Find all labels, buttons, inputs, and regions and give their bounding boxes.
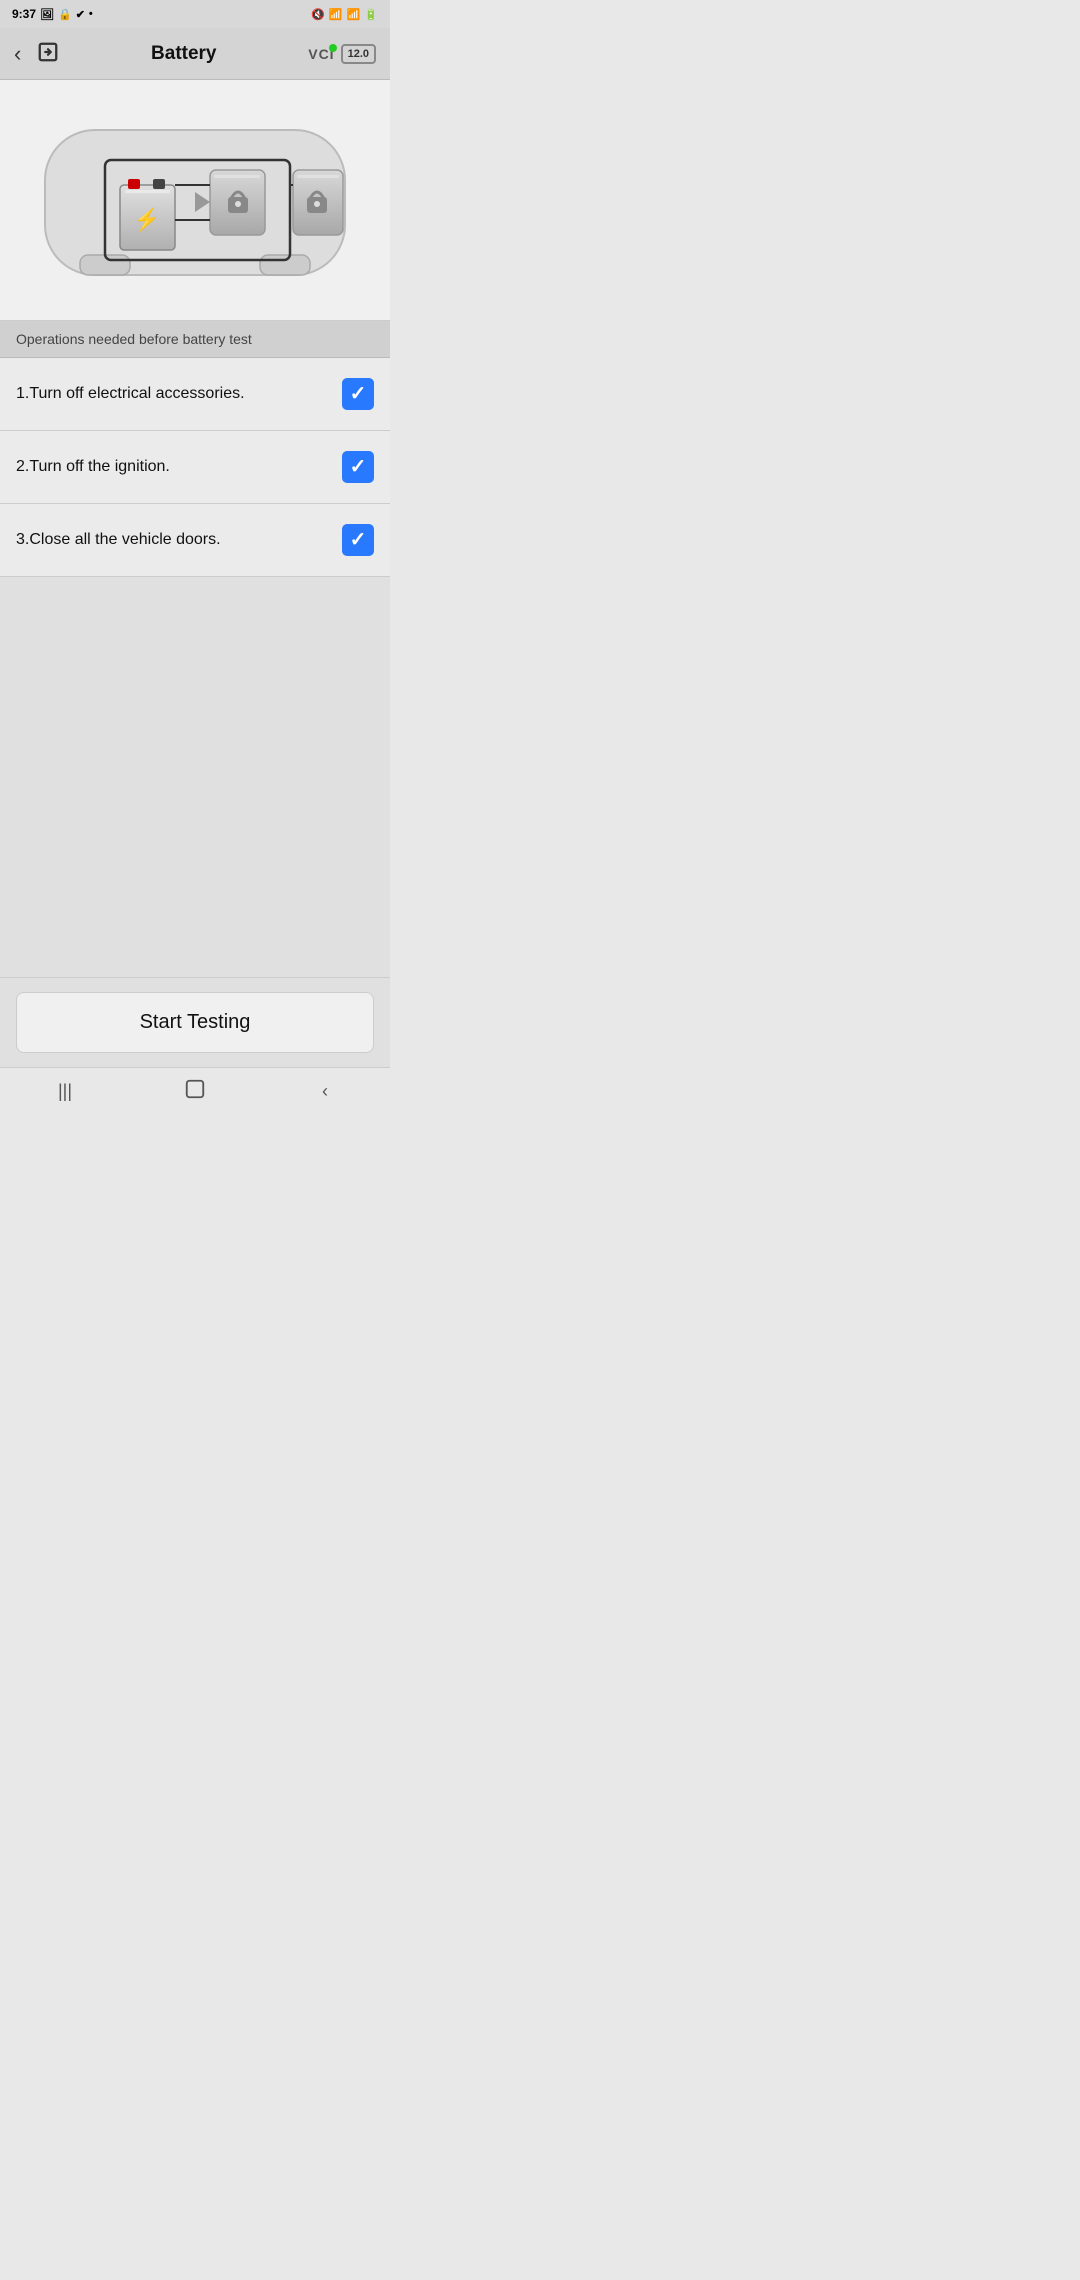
mute-icon: 🔇 (311, 8, 325, 21)
header-right: VCI 12.0 (308, 44, 376, 64)
battery-status-icon: 🔋 (364, 8, 378, 21)
dot-icon: • (89, 8, 93, 20)
recents-button[interactable]: ||| (35, 1072, 95, 1112)
status-bar: 9:37 🖼 🔒 ✔ • 🔇 📶 📶 🔋 (0, 0, 390, 28)
checklist-item-2: 2.Turn off the ignition. ✓ (0, 431, 390, 504)
header-left: ‹ (14, 41, 59, 66)
section-header-text: Operations needed before battery test (16, 331, 252, 347)
checklist-item-1: 1.Turn off electrical accessories. ✓ (0, 358, 390, 431)
check-mark-1: ✓ (350, 384, 367, 404)
checklist-item-3-text: 3.Close all the vehicle doors. (16, 531, 342, 549)
svg-text:⚡: ⚡ (133, 207, 160, 233)
signal-icon: 📶 (347, 8, 361, 21)
wifi-icon: 📶 (329, 8, 343, 21)
status-left: 9:37 🖼 🔒 ✔ • (12, 7, 93, 21)
checklist-item-3: 3.Close all the vehicle doors. ✓ (0, 504, 390, 577)
checkbox-1[interactable]: ✓ (342, 378, 374, 410)
start-testing-button[interactable]: Start Testing (16, 992, 374, 1053)
check-icon: ✔ (76, 8, 85, 21)
status-right: 🔇 📶 📶 🔋 (311, 8, 378, 21)
section-header: Operations needed before battery test (0, 321, 390, 358)
page-title: Battery (59, 43, 308, 65)
back-nav-button[interactable]: ‹ (295, 1072, 355, 1112)
battery-level-value: 12.0 (348, 48, 369, 60)
empty-area (0, 577, 390, 977)
back-button[interactable]: ‹ (14, 43, 21, 65)
checklist-item-2-text: 2.Turn off the ignition. (16, 458, 342, 476)
home-icon (184, 1078, 206, 1105)
vci-badge: VCI (308, 46, 334, 62)
car-diagram: ⚡ (0, 80, 390, 321)
header: ‹ Battery VCI 12.0 (0, 28, 390, 80)
home-button[interactable] (165, 1072, 225, 1112)
recents-icon: ||| (58, 1081, 72, 1102)
main-content: ⚡ (0, 80, 390, 977)
status-time: 9:37 (12, 7, 36, 21)
start-button-container: Start Testing (0, 977, 390, 1067)
back-nav-icon: ‹ (322, 1081, 328, 1102)
photo-icon: 🖼 (40, 8, 54, 21)
checklist-item-1-text: 1.Turn off electrical accessories. (16, 385, 342, 403)
export-button[interactable] (37, 41, 59, 66)
checkbox-2[interactable]: ✓ (342, 451, 374, 483)
navigation-bar: ||| ‹ (0, 1067, 390, 1115)
lock-icon: 🔒 (58, 8, 72, 21)
check-mark-3: ✓ (350, 530, 367, 550)
check-mark-2: ✓ (350, 457, 367, 477)
battery-level-box: 12.0 (341, 44, 376, 64)
checklist: 1.Turn off electrical accessories. ✓ 2.T… (0, 358, 390, 577)
car-svg: ⚡ (25, 100, 365, 300)
checkbox-3[interactable]: ✓ (342, 524, 374, 556)
vci-connected-dot (329, 44, 337, 52)
